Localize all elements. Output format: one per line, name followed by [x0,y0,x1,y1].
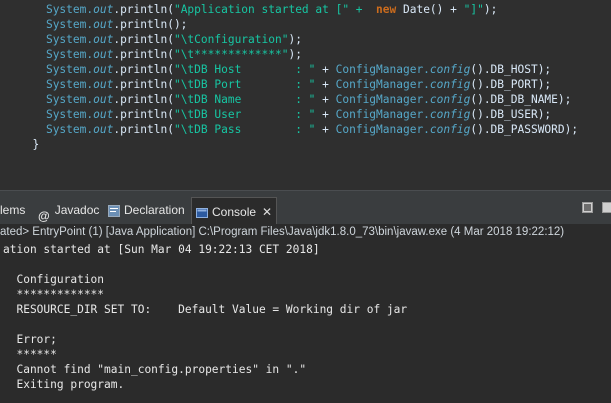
declaration-icon [108,204,120,217]
tab-declaration-label: Declaration [124,203,185,217]
code-line: System.out.println("\t*************"); [45,48,302,61]
tab-javadoc[interactable]: @ Javadoc [38,199,100,223]
maximize-icon[interactable] [602,202,611,213]
code-line: System.out.println("\tDB Port : " + Conf… [45,78,552,91]
console-output[interactable]: ation started at [Sun Mar 04 19:22:13 CE… [0,241,611,403]
code-line: System.out.println("\tDB User : " + Conf… [45,108,552,121]
tab-problems-label: lems [0,203,26,217]
close-icon[interactable]: ✕ [262,198,272,226]
code-line: } [32,138,40,151]
console-line: Cannot find "main_config.properties" in … [3,363,307,376]
console-line: Configuration [3,273,105,286]
code-line: System.out.println("Application started … [45,3,498,16]
console-line: ************* [3,288,105,301]
tab-problems[interactable]: lems [0,199,25,221]
code-line: System.out.println(); [45,18,188,31]
code-line: System.out.println("\tConfiguration"); [45,33,302,46]
minimize-icon[interactable] [582,202,593,213]
console-line: ****** [3,348,57,361]
javadoc-at-icon: @ [38,208,50,223]
console-process-label: ated> EntryPoint (1) [Java Application] … [0,224,611,241]
code-line: System.out.println("\tDB Name : " + Conf… [45,93,572,106]
console-line: ation started at [Sun Mar 04 19:22:13 CE… [3,243,320,256]
console-line: Error; [3,333,57,346]
console-line: Exiting program. [3,378,125,391]
code-line: System.out.println("\tDB Pass : " + Conf… [45,123,579,136]
console-icon [196,207,208,218]
tab-console[interactable]: Console ✕ [191,197,278,226]
tab-console-label: Console [212,205,257,219]
console-line: RESOURCE_DIR SET TO: Default Value = Wor… [3,303,408,316]
tab-declaration[interactable]: Declaration [108,199,185,221]
code-line: System.out.println("\tDB Host : " + Conf… [45,63,552,76]
tab-javadoc-label: Javadoc [54,203,100,217]
code-editor[interactable]: System.out.println("Application started … [0,0,611,190]
view-tab-bar: lems @ Javadoc Declaration Console ✕ [0,190,611,226]
